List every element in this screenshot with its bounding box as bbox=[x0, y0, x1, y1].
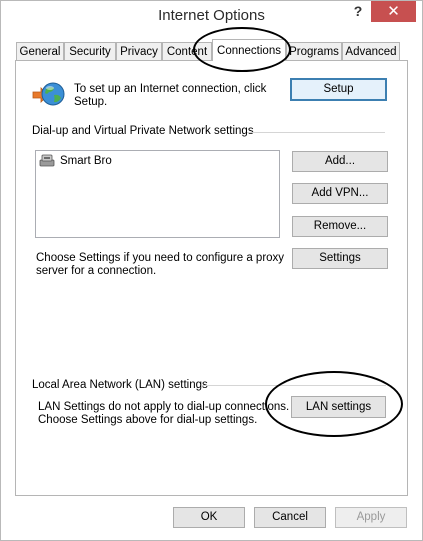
help-button[interactable]: ? bbox=[351, 3, 365, 19]
connections-listbox[interactable]: Smart Bro bbox=[35, 150, 280, 238]
setup-description-line2: Setup. bbox=[74, 96, 108, 108]
lan-section-divider bbox=[202, 385, 386, 386]
lan-settings-button[interactable]: LAN settings bbox=[291, 396, 386, 418]
cancel-button[interactable]: Cancel bbox=[254, 507, 326, 528]
tab-general[interactable]: General bbox=[16, 42, 64, 60]
internet-options-dialog: Internet Options ? ✕ General Security Pr… bbox=[0, 0, 423, 541]
tab-advanced[interactable]: Advanced bbox=[342, 42, 400, 60]
ok-button[interactable]: OK bbox=[173, 507, 245, 528]
lan-section-heading: Local Area Network (LAN) settings bbox=[32, 379, 208, 391]
dialup-connection-icon bbox=[39, 154, 57, 168]
proxy-description-line2: server for a connection. bbox=[36, 265, 157, 277]
apply-button[interactable]: Apply bbox=[335, 507, 407, 528]
connection-name: Smart Bro bbox=[60, 155, 112, 167]
add-vpn-button[interactable]: Add VPN... bbox=[292, 183, 388, 204]
tab-security[interactable]: Security bbox=[64, 42, 116, 60]
tab-content[interactable]: Content bbox=[162, 42, 212, 60]
remove-button[interactable]: Remove... bbox=[292, 216, 388, 237]
settings-button[interactable]: Settings bbox=[292, 248, 388, 269]
setup-description-line1: To set up an Internet connection, click bbox=[74, 83, 267, 95]
close-button[interactable]: ✕ bbox=[371, 1, 416, 22]
tab-programs[interactable]: Programs bbox=[286, 42, 342, 60]
lan-description-line1: LAN Settings do not apply to dial-up con… bbox=[38, 401, 290, 413]
setup-button[interactable]: Setup bbox=[290, 78, 387, 101]
lan-description-line2: Choose Settings above for dial-up settin… bbox=[38, 414, 258, 426]
dialup-section-heading: Dial-up and Virtual Private Network sett… bbox=[32, 125, 254, 137]
add-button[interactable]: Add... bbox=[292, 151, 388, 172]
dialup-section-divider bbox=[247, 132, 385, 133]
tab-privacy[interactable]: Privacy bbox=[116, 42, 162, 60]
proxy-description-line1: Choose Settings if you need to configure… bbox=[36, 252, 285, 264]
globe-network-icon bbox=[31, 79, 65, 109]
tab-connections[interactable]: Connections bbox=[212, 39, 286, 61]
